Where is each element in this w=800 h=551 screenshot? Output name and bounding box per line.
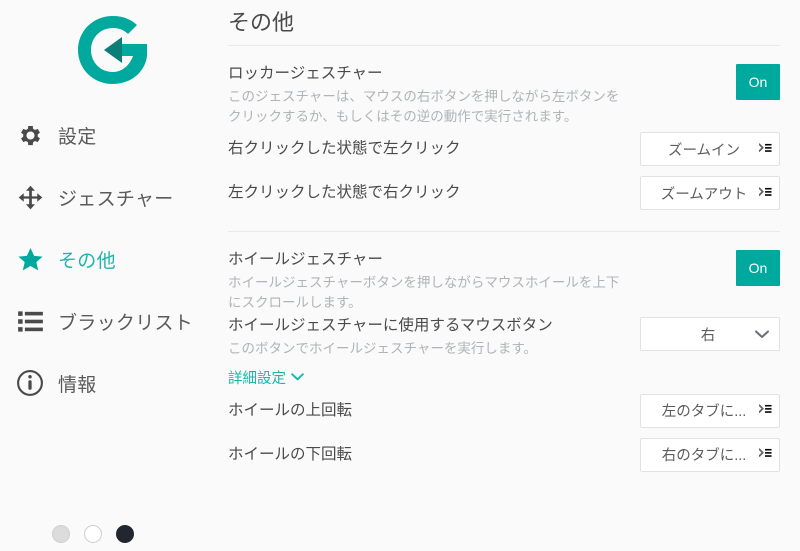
star-icon [8,245,52,274]
gesture-g-logo-icon [70,11,156,89]
action-value: 左のタブに... [661,404,747,420]
wheel-gesture-control: On [736,248,780,288]
app-window: 設定 ジェスチャー その他 ブラックリスト 情報 その他 ロッカージェスチャー … [0,0,800,551]
wheel-scroll-up-action-select[interactable]: 左のタブに... [640,393,780,428]
wheel-gesture-section: ホイールジェスチャー ホイールジェスチャーボタンを押しながらマウスホイールを上下… [228,232,780,478]
sidebar-item-settings[interactable]: 設定 [0,104,220,166]
wheel-scroll-up-texts: ホイールの上回転 [228,399,640,423]
move-arrows-icon [8,184,52,211]
action-value: ズームアウト [660,186,748,203]
sidebar-item-gestures[interactable]: ジェスチャー [0,166,220,228]
wheel-scroll-down-texts: ホイールの下回転 [228,443,640,467]
theme-selector [52,525,134,543]
advanced-settings-label: 詳細設定 [228,370,286,387]
sidebar-item-label: その他 [58,250,116,272]
wheel-gesture-description: ホイールジェスチャーボタンを押しながらマウスホイールを上下にスクロールします。 [228,275,620,310]
rocker-right-then-left-control: ズームイン [640,129,780,169]
rocker-gesture-toggle[interactable]: On [736,64,780,100]
wheel-gesture-texts: ホイールジェスチャー ホイールジェスチャーボタンを押しながらマウスホイールを上下… [228,248,642,312]
rocker-right-then-left-action-select[interactable]: ズームイン [640,132,780,166]
rocker-right-then-left-label: 右クリックした状態で左クリック [228,140,461,157]
rocker-gesture-description: このジェスチャーは、マウスの右ボタンを押しながら左ボタンをクリックするか、もしく… [228,89,620,124]
wheel-gesture-toggle[interactable]: On [736,250,780,286]
advanced-settings-link[interactable]: 詳細設定 [228,367,304,388]
list-icon [8,309,52,334]
rocker-left-then-right-texts: 左クリックした状態で右クリック [228,181,640,205]
chevron-down-icon [291,373,304,381]
gear-icon [8,122,52,149]
wheel-mouse-button-row: ホイールジェスチャーに使用するマウスボタン このボタンでホイールジェスチャーを実… [228,314,780,361]
action-value: 右のタブに... [661,448,747,464]
wheel-mouse-button-texts: ホイールジェスチャーに使用するマウスボタン このボタンでホイールジェスチャーを実… [228,314,640,359]
wheel-scroll-up-row: ホイールの上回転 左のタブに... [228,390,780,434]
wheel-scroll-up-label: ホイールの上回転 [228,401,353,419]
sidebar-item-other[interactable]: その他 [0,228,220,290]
action-list-icon [759,448,772,461]
theme-dot-white[interactable] [84,525,102,543]
rocker-gesture-row: ロッカージェスチャー このジェスチャーは、マウスの右ボタンを押しながら左ボタンを… [228,62,780,128]
wheel-gesture-title: ホイールジェスチャー [228,251,383,268]
rocker-left-then-right-row: 左クリックした状態で右クリック ズームアウト [228,172,780,216]
action-list-icon [759,404,772,417]
sidebar-nav: 設定 ジェスチャー その他 ブラックリスト 情報 [0,104,220,414]
rocker-gesture-section: ロッカージェスチャー このジェスチャーは、マウスの右ボタンを押しながら左ボタンを… [228,46,780,216]
sidebar-item-label: 設定 [58,126,97,148]
wheel-scroll-down-row: ホイールの下回転 右のタブに... [228,434,780,478]
wheel-mouse-button-control: 右 [640,314,780,354]
sidebar-item-info[interactable]: 情報 [0,352,220,414]
rocker-gesture-texts: ロッカージェスチャー このジェスチャーは、マウスの右ボタンを押しながら左ボタンを… [228,62,642,126]
wheel-scroll-down-label: ホイールの下回転 [228,445,353,463]
wheel-gesture-row: ホイールジェスチャー ホイールジェスチャーボタンを押しながらマウスホイールを上下… [228,248,780,314]
wheel-scroll-down-control: 右のタブに... [640,435,780,475]
theme-dot-gray[interactable] [52,525,70,543]
rocker-left-then-right-action-select[interactable]: ズームアウト [640,176,780,210]
chevron-down-icon [755,330,769,339]
wheel-scroll-up-control: 左のタブに... [640,391,780,431]
action-list-icon [759,186,772,200]
sidebar: 設定 ジェスチャー その他 ブラックリスト 情報 [0,0,220,551]
rocker-gesture-title: ロッカージェスチャー [228,65,383,82]
wheel-mouse-button-description: このボタンでホイールジェスチャーを実行します。 [228,341,538,356]
action-value: ズームイン [667,142,741,159]
app-logo [0,0,220,100]
wheel-mouse-button-title: ホイールジェスチャーに使用するマウスボタン [228,317,553,334]
sidebar-item-label: ジェスチャー [58,188,174,210]
action-list-icon [759,142,772,156]
rocker-right-then-left-row: 右クリックした状態で左クリック ズームイン [228,128,780,172]
info-circle-icon [8,369,52,397]
wheel-mouse-button-dropdown[interactable]: 右 [640,317,780,351]
main-content: その他 ロッカージェスチャー このジェスチャーは、マウスの右ボタンを押しながら左… [220,0,800,551]
sidebar-item-label: 情報 [58,374,97,396]
page-title: その他 [228,10,295,35]
sidebar-item-blacklist[interactable]: ブラックリスト [0,290,220,352]
dropdown-value: 右 [700,327,716,344]
sidebar-item-label: ブラックリスト [58,312,194,334]
rocker-left-then-right-control: ズームアウト [640,173,780,213]
rocker-right-then-left-texts: 右クリックした状態で左クリック [228,137,640,161]
wheel-scroll-down-action-select[interactable]: 右のタブに... [640,437,780,472]
rocker-left-then-right-label: 左クリックした状態で右クリック [228,184,461,201]
theme-dot-dark[interactable] [116,525,134,543]
rocker-gesture-control: On [736,62,780,102]
